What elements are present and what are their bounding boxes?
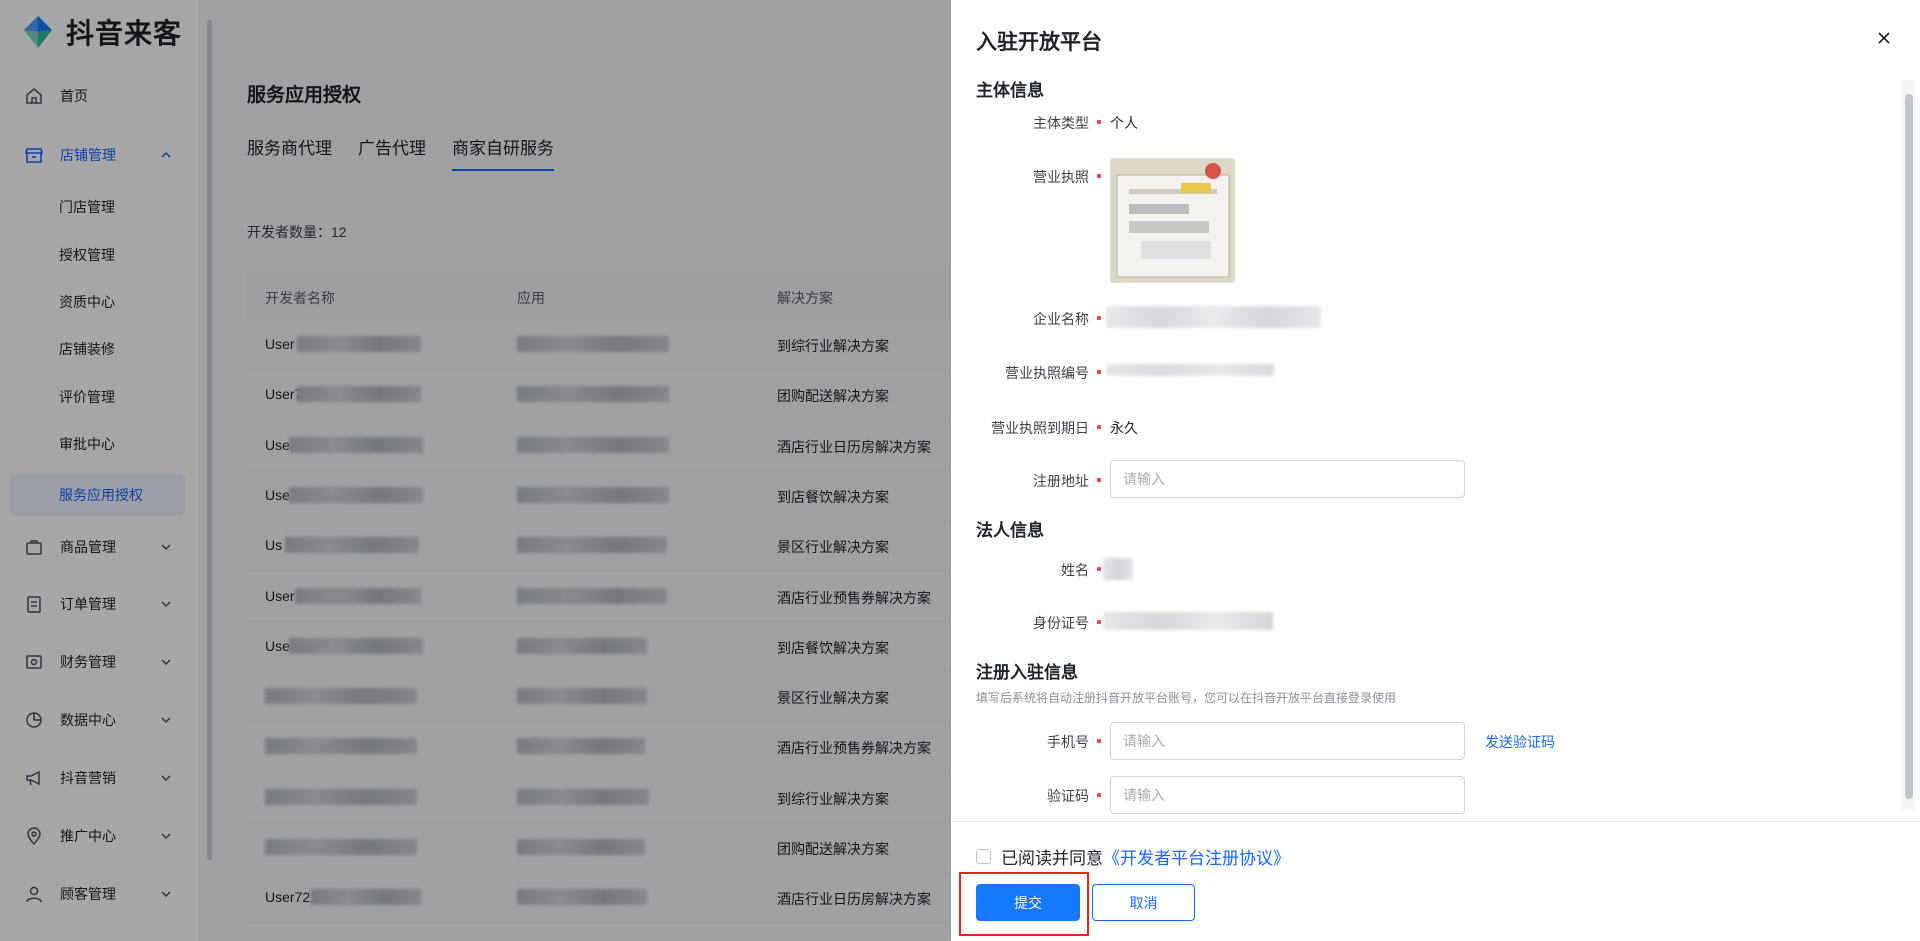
license-number-label: 营业执照编号 [1005, 365, 1089, 381]
agree-text: 已阅读并同意 [1001, 849, 1103, 868]
send-code-link[interactable]: 发送验证码 [1485, 732, 1555, 752]
drawer-title: 入驻开放平台 [976, 31, 1102, 54]
section-legal-title: 法人信息 [976, 521, 1044, 540]
license-expiry-label: 营业执照到期日 [991, 420, 1089, 436]
company-name-value [1106, 306, 1321, 328]
required-marker [1097, 425, 1101, 429]
agreement-row: 已阅读并同意 《开发者平台注册协议》 [976, 844, 1290, 869]
subject-type-value: 个人 [1110, 115, 1138, 131]
section-subject-title: 主体信息 [976, 81, 1044, 100]
drawer-footer: 已阅读并同意 《开发者平台注册协议》 提交 取消 [951, 821, 1920, 941]
license-expiry-value: 永久 [1110, 420, 1138, 436]
required-marker [1097, 316, 1101, 320]
cancel-button[interactable]: 取消 [1092, 884, 1195, 921]
required-marker [1097, 370, 1101, 374]
agreement-link[interactable]: 《开发者平台注册协议》 [1103, 844, 1290, 869]
address-input[interactable] [1110, 460, 1465, 498]
id-number-value [1103, 612, 1273, 630]
verify-code-input[interactable] [1110, 776, 1465, 814]
register-hint: 填写后系统将自动注册抖音开放平台账号，您可以在抖音开放平台直接登录使用 [976, 691, 1397, 705]
required-marker [1097, 174, 1101, 178]
required-marker [1097, 739, 1101, 743]
id-number-label: 身份证号 [1033, 615, 1089, 631]
legal-name-label: 姓名 [1061, 562, 1089, 578]
legal-name-value [1103, 558, 1133, 580]
required-marker [1097, 620, 1101, 624]
section-register-title: 注册入驻信息 [976, 663, 1078, 682]
required-marker [1097, 478, 1101, 482]
agree-checkbox[interactable] [976, 849, 991, 864]
phone-input[interactable] [1110, 722, 1465, 760]
onboarding-drawer: 入驻开放平台 主体信息 主体类型 个人 营业执照 企业名称 营业执照编号 营业执… [951, 0, 1920, 941]
license-label: 营业执照 [1033, 169, 1089, 185]
license-number-value [1106, 364, 1274, 376]
drawer-scrollbar[interactable] [1901, 80, 1915, 810]
subject-type-label: 主体类型 [1033, 115, 1089, 131]
phone-label: 手机号 [1047, 734, 1089, 750]
verify-code-label: 验证码 [1047, 788, 1089, 804]
required-marker [1097, 793, 1101, 797]
drawer-scroll-thumb[interactable] [1905, 94, 1913, 799]
close-icon[interactable] [1876, 30, 1892, 46]
address-label: 注册地址 [1033, 473, 1089, 489]
company-name-label: 企业名称 [1033, 311, 1089, 327]
required-marker [1097, 120, 1101, 124]
required-marker [1097, 567, 1101, 571]
submit-button[interactable]: 提交 [976, 884, 1080, 921]
license-image[interactable] [1110, 158, 1235, 283]
